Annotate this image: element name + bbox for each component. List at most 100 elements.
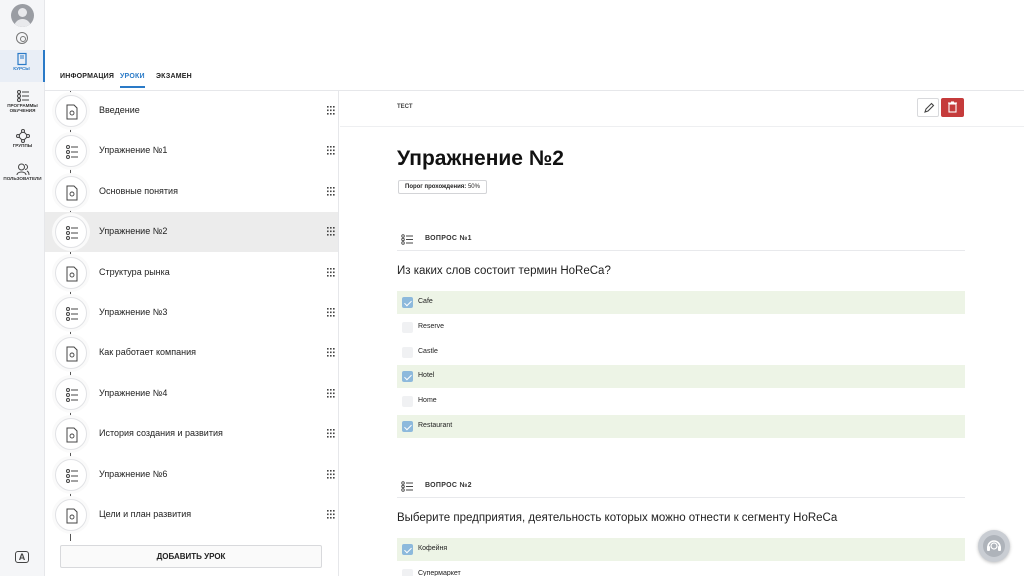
test-header: ТЕСТ bbox=[340, 91, 1024, 127]
lesson-type-badge bbox=[55, 337, 87, 370]
lesson-item[interactable]: Как работает компания bbox=[45, 333, 338, 373]
add-lesson-button[interactable]: ДОБАВИТЬ УРОК bbox=[60, 545, 322, 568]
rail-item-label: ПРОГРАММЫ ОБУЧЕНИЯ bbox=[7, 103, 38, 113]
lesson-item[interactable]: Введение bbox=[45, 91, 338, 131]
lesson-item[interactable]: Упражнение №4 bbox=[45, 374, 338, 414]
language-icon[interactable]: A bbox=[15, 551, 29, 563]
test-icon bbox=[66, 468, 78, 483]
answer-checkbox[interactable] bbox=[402, 297, 413, 308]
delete-button[interactable] bbox=[941, 98, 964, 117]
question-list-icon bbox=[401, 234, 413, 245]
lesson-item[interactable]: Упражнение №6 bbox=[45, 455, 338, 495]
lesson-title: Как работает компания bbox=[99, 347, 196, 358]
headset-icon bbox=[987, 540, 1001, 551]
drag-handle-icon[interactable] bbox=[327, 348, 335, 357]
left-rail: КУРСЫ ПРОГРАММЫ ОБУЧЕНИЯ ГРУППЫ ПОЛЬЗОВА… bbox=[0, 0, 45, 576]
lesson-title: Упражнение №6 bbox=[99, 468, 168, 479]
rail-item-users[interactable]: ПОЛЬЗОВАТЕЛИ bbox=[0, 160, 45, 192]
drag-handle-icon[interactable] bbox=[327, 186, 335, 196]
answer-option[interactable]: Castle bbox=[397, 341, 965, 364]
answer-option[interactable]: Home bbox=[397, 390, 965, 413]
answer-checkbox[interactable] bbox=[402, 568, 413, 576]
lesson-type-badge bbox=[55, 95, 87, 127]
lesson-type-badge bbox=[55, 418, 87, 451]
rail-item-groups[interactable]: ГРУППЫ bbox=[0, 127, 45, 159]
pencil-icon bbox=[924, 102, 935, 113]
lesson-type-badge bbox=[55, 499, 87, 531]
document-icon bbox=[66, 508, 78, 524]
lesson-title: Основные понятия bbox=[99, 185, 178, 196]
lesson-title: Упражнение №3 bbox=[99, 307, 168, 317]
rail-item-courses[interactable]: КУРСЫ bbox=[0, 50, 45, 82]
threshold-label: Порог прохождения: bbox=[405, 184, 467, 190]
drag-handle-icon[interactable] bbox=[327, 388, 335, 398]
avatar[interactable] bbox=[11, 4, 34, 27]
rail-item-label: КУРСЫ bbox=[13, 66, 30, 71]
edit-button[interactable] bbox=[917, 98, 939, 117]
lesson-type-badge bbox=[55, 377, 87, 410]
lesson-type-badge bbox=[55, 297, 87, 329]
answer-text: Hotel bbox=[418, 372, 435, 380]
lesson-title: Упражнение №2 bbox=[99, 226, 168, 237]
answer-checkbox[interactable] bbox=[402, 321, 413, 333]
document-icon bbox=[66, 346, 78, 362]
drag-handle-icon[interactable] bbox=[327, 146, 335, 155]
lesson-title: Цели и план развития bbox=[99, 509, 192, 519]
lesson-item[interactable]: Основные понятия bbox=[45, 172, 338, 212]
network-icon bbox=[15, 129, 30, 143]
page-title: Упражнение №2 bbox=[397, 147, 564, 170]
document-icon bbox=[66, 266, 78, 282]
answer-option[interactable]: Супермаркет bbox=[397, 563, 965, 576]
answer-checkbox[interactable] bbox=[402, 544, 413, 555]
lesson-title: Упражнение №4 bbox=[99, 387, 168, 398]
test-icon bbox=[66, 387, 78, 402]
tab-info[interactable]: ИНФОРМАЦИЯ bbox=[60, 73, 114, 86]
answer-text: Castle bbox=[418, 347, 438, 355]
lesson-title: Введение bbox=[99, 105, 140, 115]
drag-handle-icon[interactable] bbox=[327, 267, 335, 277]
answer-option[interactable]: Restaurant bbox=[397, 415, 965, 438]
lesson-title: Упражнение №1 bbox=[99, 145, 168, 156]
drag-handle-icon[interactable] bbox=[327, 469, 335, 479]
answer-checkbox[interactable] bbox=[402, 371, 413, 383]
list-icon bbox=[16, 90, 29, 102]
threshold-value: 50% bbox=[467, 184, 480, 190]
lesson-item[interactable]: Структура рынка bbox=[45, 253, 338, 293]
drag-handle-icon[interactable] bbox=[327, 308, 335, 317]
question-list-icon bbox=[401, 481, 413, 492]
lesson-item[interactable]: Упражнение №3 bbox=[45, 293, 338, 333]
rail-item-programs[interactable]: ПРОГРАММЫ ОБУЧЕНИЯ bbox=[0, 87, 45, 119]
drag-handle-icon[interactable] bbox=[327, 510, 335, 519]
answer-checkbox[interactable] bbox=[402, 396, 413, 408]
lesson-item[interactable]: Упражнение №1 bbox=[45, 131, 338, 171]
tab-lessons[interactable]: УРОКИ bbox=[120, 73, 145, 88]
lesson-type-badge bbox=[55, 458, 87, 491]
tab-exam[interactable]: ЭКЗАМЕН bbox=[156, 73, 192, 86]
drag-handle-icon[interactable] bbox=[327, 106, 335, 115]
answer-checkbox[interactable] bbox=[402, 346, 413, 358]
drag-handle-icon[interactable] bbox=[327, 227, 335, 236]
lesson-item[interactable]: Упражнение №2 bbox=[45, 212, 338, 253]
threshold-badge: Порог прохождения: 50% bbox=[398, 180, 487, 194]
lesson-type-badge bbox=[55, 216, 87, 249]
lesson-type-badge bbox=[55, 256, 87, 289]
lesson-item[interactable]: История создания и развития bbox=[45, 414, 338, 454]
lesson-title: История создания и развития bbox=[99, 428, 223, 439]
answer-option[interactable]: Hotel bbox=[397, 365, 965, 389]
question-label: ВОПРОС №2 bbox=[425, 482, 472, 489]
lesson-type-badge bbox=[55, 135, 87, 168]
lesson-item[interactable]: Цели и план развития bbox=[45, 495, 338, 535]
answer-option[interactable]: Reserve bbox=[397, 316, 965, 339]
support-button[interactable] bbox=[978, 530, 1010, 562]
drag-handle-icon[interactable] bbox=[327, 429, 335, 438]
answer-option[interactable]: Кофейня bbox=[397, 538, 965, 561]
rail-item-label: ГРУППЫ bbox=[12, 143, 33, 148]
lesson-title: Структура рынка bbox=[99, 266, 170, 277]
answer-checkbox[interactable] bbox=[402, 421, 413, 432]
app: КУРСЫ ПРОГРАММЫ ОБУЧЕНИЯ ГРУППЫ ПОЛЬЗОВА… bbox=[0, 0, 1024, 576]
gear-icon[interactable] bbox=[16, 32, 28, 44]
answer-text: Супермаркет bbox=[418, 569, 461, 576]
question-text: Из каких слов состоит термин HoReCa? bbox=[397, 265, 611, 277]
answer-option[interactable]: Cafe bbox=[397, 291, 965, 314]
document-icon bbox=[66, 185, 78, 201]
